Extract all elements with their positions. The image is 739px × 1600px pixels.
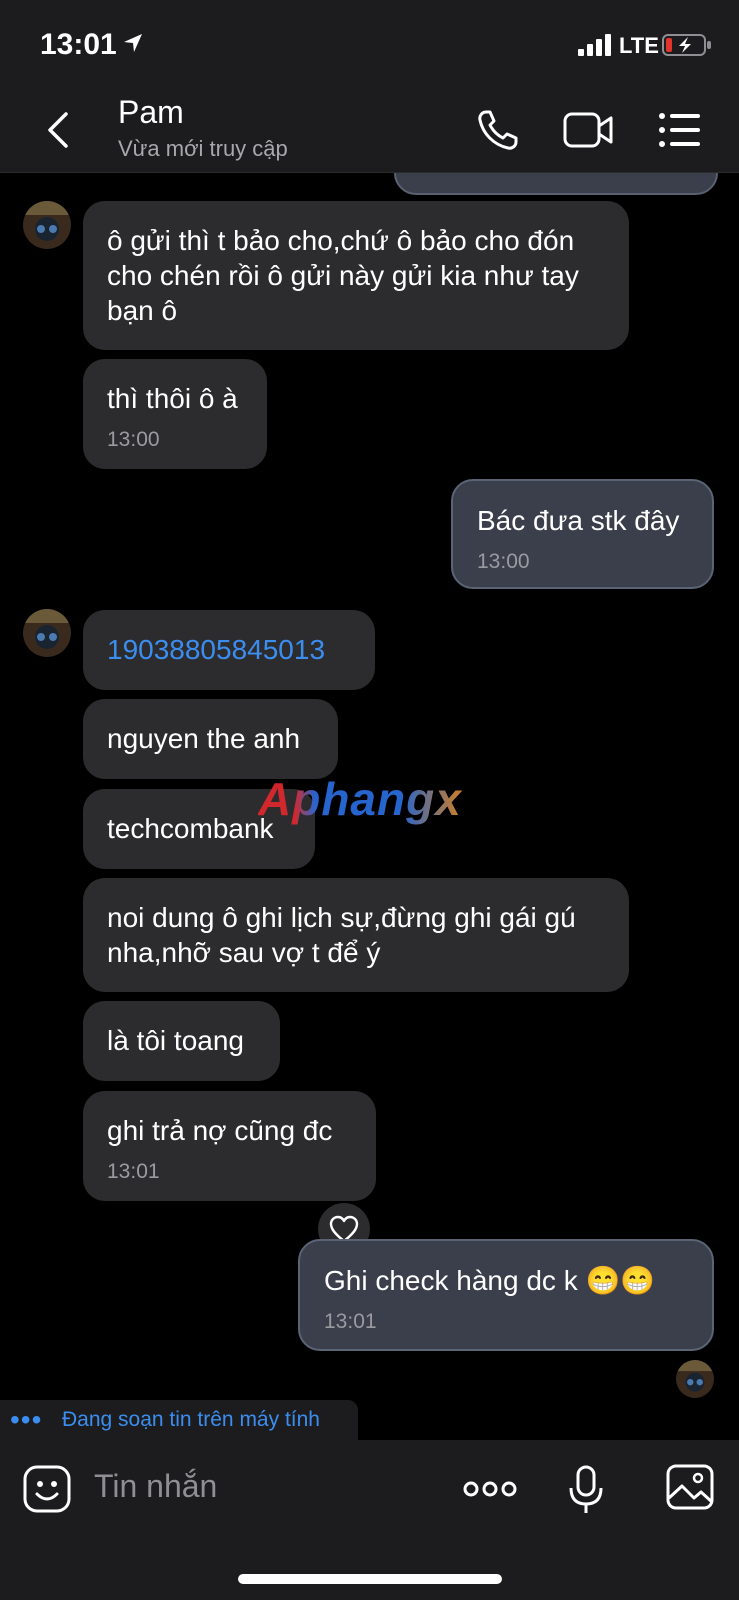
status-time: 13:01: [40, 28, 117, 61]
more-options-icon[interactable]: [462, 1464, 518, 1514]
message-text: noi dung ô ghi lịch sự,đừng ghi gái gú n…: [107, 902, 576, 968]
message-text: Bác đưa stk đây: [477, 505, 680, 536]
message-bubble[interactable]: là tôi toang: [83, 1001, 280, 1081]
message-text: Ghi check hàng dc k 😁😁: [324, 1265, 656, 1296]
back-icon[interactable]: [40, 110, 76, 150]
message-list[interactable]: ô gửi thì t bảo cho,chứ ô bảo cho đón ch…: [0, 173, 739, 1440]
location-arrow-icon: [124, 34, 142, 52]
typing-dots-icon: •••: [10, 1404, 43, 1435]
contact-avatar[interactable]: [23, 609, 71, 657]
status-bar: 13:01 LTE: [0, 0, 739, 90]
account-number-link[interactable]: 19038805845013: [107, 634, 325, 665]
composer-bar: Tin nhắn: [0, 1440, 739, 1600]
message-bubble[interactable]: noi dung ô ghi lịch sự,đừng ghi gái gú n…: [83, 878, 629, 992]
message-text: ghi trả nợ cũng đc: [107, 1115, 333, 1146]
message-time: 13:01: [324, 1310, 377, 1333]
message-text: thì thôi ô à: [107, 383, 238, 414]
contact-avatar[interactable]: [23, 201, 71, 249]
video-call-icon[interactable]: [562, 108, 614, 152]
chat-header: Pam Vừa mới truy cập: [0, 90, 739, 173]
message-text: techcombank: [107, 813, 274, 844]
typing-indicator: ••• Đang soạn tin trên máy tính: [0, 1400, 358, 1440]
message-bubble-outgoing[interactable]: Ghi check hàng dc k 😁😁 13:01: [298, 1239, 714, 1351]
message-bubble[interactable]: 19038805845013: [83, 610, 375, 690]
contact-name[interactable]: Pam: [118, 94, 184, 131]
message-text: nguyen the anh: [107, 723, 301, 754]
typing-text: Đang soạn tin trên máy tính: [62, 1408, 320, 1431]
signal-icon: [578, 34, 611, 56]
message-bubble[interactable]: ghi trả nợ cũng đc 13:01: [83, 1091, 376, 1201]
message-input[interactable]: Tin nhắn: [94, 1468, 217, 1505]
previous-message-edge: [394, 173, 718, 195]
message-text: ô gửi thì t bảo cho,chứ ô bảo cho đón ch…: [107, 225, 579, 326]
message-bubble-outgoing[interactable]: Bác đưa stk đây 13:00: [451, 479, 714, 589]
phone-call-icon[interactable]: [476, 108, 520, 152]
image-gallery-icon[interactable]: [666, 1464, 714, 1510]
seen-avatar: [676, 1360, 714, 1398]
message-time: 13:00: [107, 428, 160, 451]
emoji-sticker-icon[interactable]: [22, 1464, 72, 1514]
microphone-icon[interactable]: [566, 1464, 606, 1516]
message-bubble[interactable]: nguyen the anh: [83, 699, 338, 779]
message-bubble[interactable]: ô gửi thì t bảo cho,chứ ô bảo cho đón ch…: [83, 201, 629, 350]
menu-list-icon[interactable]: [658, 108, 702, 152]
message-text: là tôi toang: [107, 1025, 244, 1056]
message-bubble[interactable]: thì thôi ô à 13:00: [83, 359, 267, 469]
watermark-logo: Aphangx: [258, 773, 462, 825]
home-indicator[interactable]: [238, 1574, 502, 1584]
battery-icon: [662, 34, 711, 56]
contact-status: Vừa mới truy cập: [118, 136, 288, 161]
network-label: LTE: [619, 33, 659, 58]
message-time: 13:01: [107, 1160, 160, 1183]
message-time: 13:00: [477, 550, 530, 573]
